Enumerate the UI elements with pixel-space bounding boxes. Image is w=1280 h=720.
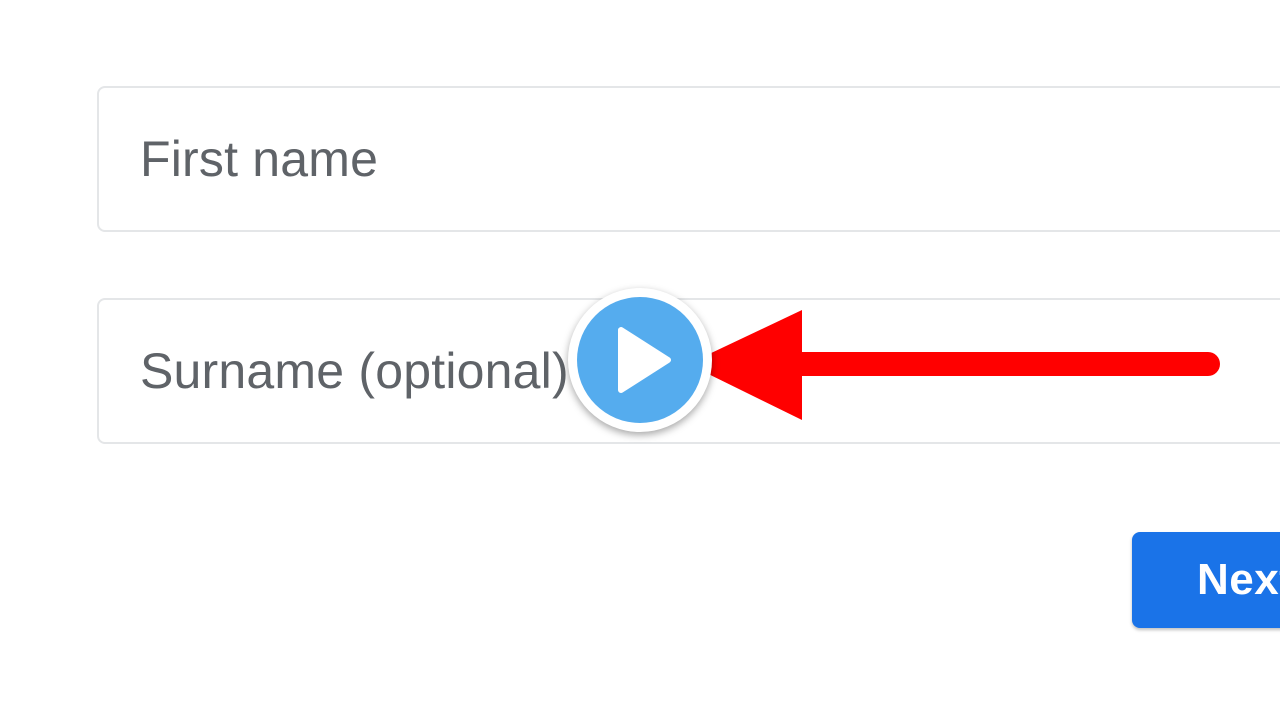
play-button[interactable] [568, 288, 712, 432]
play-icon [618, 327, 671, 393]
signup-screen: First name Surname (optional) Next [0, 0, 1280, 720]
